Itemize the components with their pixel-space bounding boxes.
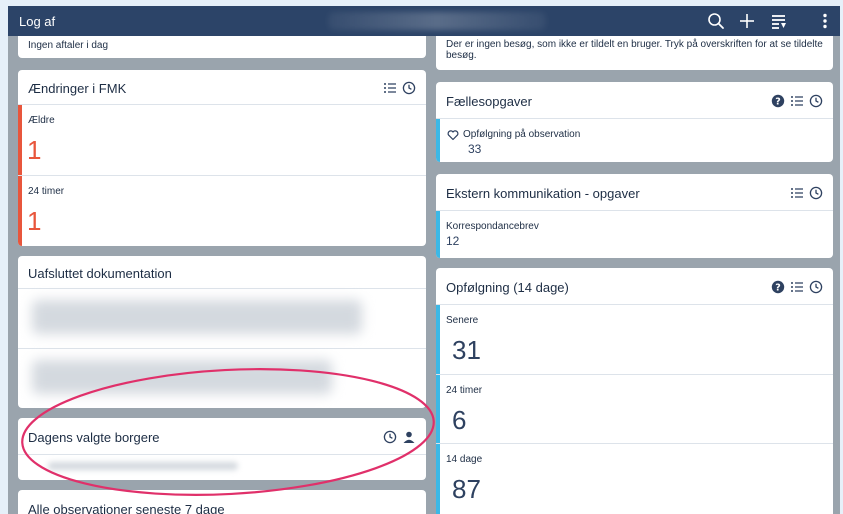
annotation-ellipse [21,368,435,496]
